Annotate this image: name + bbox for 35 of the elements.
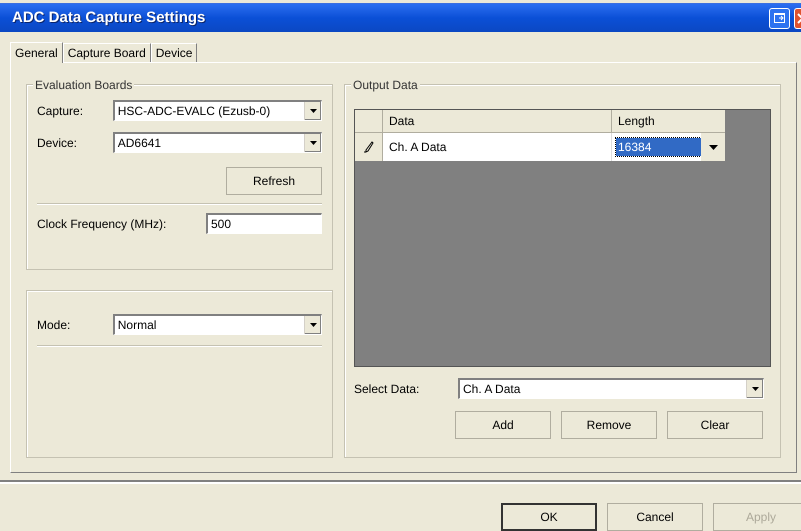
dropdown-button[interactable] — [746, 380, 763, 398]
caret-icon — [310, 109, 316, 113]
button[interactable]: Add — [455, 411, 551, 439]
tab[interactable]: Device — [150, 43, 198, 62]
device-dropdown[interactable]: AD6641 — [112, 132, 322, 153]
dropdown-button[interactable] — [304, 316, 321, 334]
restore-button[interactable] — [769, 8, 790, 29]
caret-icon — [752, 387, 758, 391]
table-cell: Ch. A Data — [383, 133, 612, 161]
tab[interactable]: General — [10, 42, 63, 63]
button[interactable]: Remove — [561, 411, 657, 439]
clock-frequency-field[interactable]: 500 — [206, 213, 322, 234]
mode-label: Mode: — [37, 316, 72, 334]
clock-frequency-label: Clock Frequency (MHz): — [37, 216, 168, 232]
button[interactable]: Refresh — [226, 167, 322, 195]
capture-dropdown[interactable]: HSC-ADC-EVALC (Ezusb-0) — [112, 100, 322, 121]
capture-label: Capture: — [37, 102, 84, 120]
dropdown-button[interactable] — [304, 102, 321, 120]
mode-dropdown[interactable]: Normal — [112, 314, 322, 335]
select-data-label: Select Data: — [354, 380, 420, 398]
dropdown-button[interactable] — [304, 134, 321, 152]
caret-icon — [310, 141, 316, 145]
caret-icon — [708, 144, 718, 150]
caret-icon — [310, 323, 316, 327]
device-label: Device: — [37, 134, 78, 152]
pencil-icon — [364, 141, 374, 153]
select-data-dropdown[interactable]: Ch. A Data — [458, 378, 764, 399]
button[interactable]: OK — [501, 503, 597, 531]
button[interactable]: Cancel — [607, 503, 703, 531]
button[interactable]: Clear — [667, 411, 763, 439]
length-dropdown[interactable]: 16384 — [612, 133, 725, 161]
window-icon — [774, 13, 785, 24]
row-header[interactable] — [355, 133, 383, 161]
window-title: ADC Data Capture Settings — [12, 8, 206, 28]
tab[interactable]: Capture Board — [62, 43, 151, 62]
